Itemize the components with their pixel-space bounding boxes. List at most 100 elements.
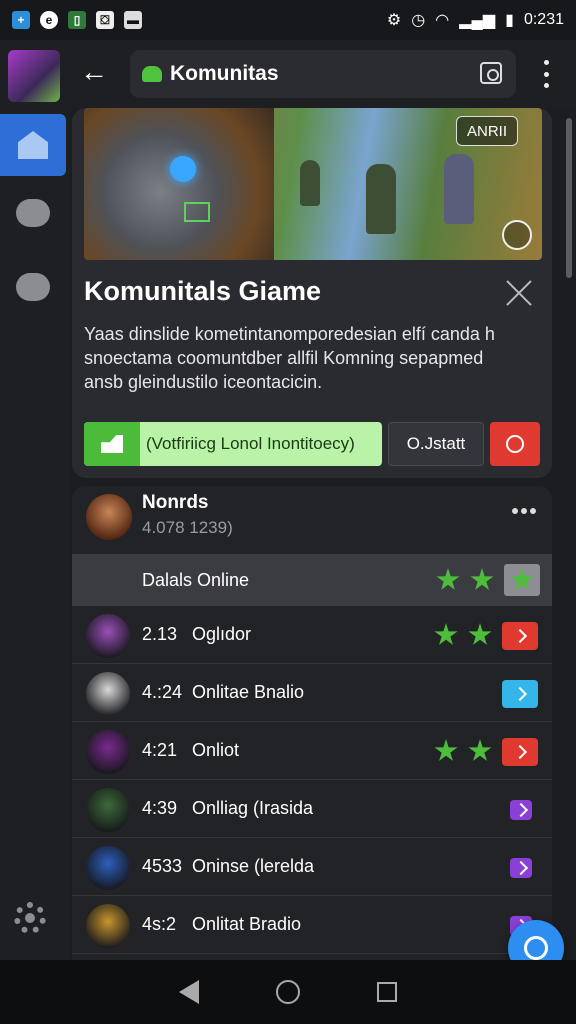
signal-icon: ▂▄▆ — [459, 12, 496, 29]
panel-count: 4.078 1239) — [142, 518, 233, 537]
report-icon — [506, 435, 524, 453]
avatar[interactable] — [86, 614, 130, 658]
list-item[interactable]: 2.13 Oglıdor — [72, 606, 552, 664]
rail-item-home[interactable] — [0, 114, 66, 176]
chat-bubble-icon — [16, 199, 50, 227]
card-description: Yaas dinslide kometintanomporedesian elf… — [84, 324, 495, 392]
main-content: ANRII Komunitals Giame Yaas dinslide kom… — [70, 108, 558, 960]
settings-status-icon: ⚙ — [386, 12, 402, 29]
row-time: 4:39 — [142, 798, 178, 818]
panel-header: Nonrds 4.078 1239) — [72, 486, 552, 554]
home-icon — [18, 131, 48, 159]
favorite-button[interactable] — [504, 564, 540, 596]
game-banner-image: ANRII — [84, 108, 542, 260]
alarm-icon: ◷ — [411, 12, 426, 29]
star-icon — [434, 623, 458, 645]
infinity-chat-icon — [16, 273, 50, 301]
primary-action-label: (Votfiriicg Lonol Inontitoecy) — [146, 434, 355, 453]
row-name: Oninse (lerelda — [192, 856, 315, 876]
more-horizontal-icon[interactable] — [512, 508, 536, 514]
row-name: Oglıdor — [192, 624, 252, 644]
banner-tag: ANRII — [456, 116, 519, 146]
edit-icon — [512, 686, 528, 702]
row-stars — [434, 623, 492, 647]
edit-icon — [513, 802, 529, 818]
settings-gear-icon[interactable] — [14, 902, 46, 934]
secondary-action-button[interactable]: O.Jstatt — [388, 422, 484, 466]
members-panel: Nonrds 4.078 1239) Dalals Online 2.13 Ogl… — [72, 486, 552, 960]
avatar[interactable] — [86, 672, 130, 716]
online-section-header[interactable]: Dalals Online — [72, 554, 552, 606]
row-time: 4533 — [142, 856, 183, 876]
list-item[interactable]: 4533 Oninse (lerelda — [72, 838, 552, 896]
star-icon — [436, 568, 460, 590]
secondary-action-label: O.Jstatt — [406, 434, 466, 453]
leaf-icon — [142, 66, 162, 82]
scrollbar[interactable] — [566, 118, 572, 278]
row-name: Onlliag (Irasida — [192, 798, 314, 818]
report-button[interactable] — [490, 422, 540, 466]
primary-action-button[interactable]: (Votfiriicg Lonol Inontitoecy) — [84, 422, 382, 466]
row-stars — [434, 739, 492, 763]
robot-character — [84, 108, 274, 260]
clock: 0:231 — [523, 11, 564, 28]
avatar[interactable] — [86, 494, 132, 540]
side-rail — [0, 108, 70, 960]
row-name: Onlitat Bradio — [192, 914, 302, 934]
list-item[interactable]: 4:39 Onlliag (Irasida — [72, 780, 552, 838]
back-arrow-icon[interactable]: ← — [80, 58, 108, 86]
nav-back-icon[interactable] — [178, 980, 199, 1004]
banner-action-icon[interactable] — [502, 220, 532, 250]
row-time: 4:21 — [142, 740, 178, 760]
list-item[interactable]: 4.:24 Onlitae Bnalio — [72, 664, 552, 722]
close-icon[interactable] — [504, 278, 534, 308]
row-action-button[interactable] — [502, 622, 538, 650]
avatar[interactable] — [86, 904, 130, 948]
row-name: Onliot — [192, 740, 240, 760]
status-bar: + e ▯ ⛋ ▬ ⚙ ◷ ◠ ▂▄▆ ▮ 0:231 — [0, 0, 576, 40]
edit-icon — [512, 744, 528, 760]
row-action-button[interactable] — [502, 680, 538, 708]
page-title: Komunitas — [170, 62, 279, 85]
star-icon — [470, 568, 494, 590]
avatar[interactable] — [86, 846, 130, 890]
row-name: Onlitae Bnalio — [192, 682, 305, 702]
card-title: Komunitals Giame — [84, 276, 322, 306]
row-time: 2.13 — [142, 624, 178, 644]
avatar[interactable] — [86, 730, 130, 774]
list-item[interactable]: 4s:2 Onlitat Bradio — [72, 896, 552, 954]
cat-icon: ⛋ — [96, 11, 114, 29]
rail-item-chat[interactable] — [0, 182, 66, 244]
star-icon — [468, 739, 492, 761]
row-time: 4s:2 — [142, 914, 177, 934]
e-app-icon: e — [40, 11, 58, 29]
app-bar: ← Komunitas — [0, 40, 576, 108]
system-nav-bar — [0, 960, 576, 1024]
nav-recents-icon[interactable] — [377, 982, 398, 1002]
thumbs-up-icon — [84, 422, 140, 466]
rail-item-messages[interactable] — [0, 256, 66, 318]
panel-name: Nonrds — [142, 492, 209, 513]
title-box[interactable]: Komunitas — [130, 50, 516, 98]
star-icon — [468, 623, 492, 645]
more-options-icon[interactable] — [538, 60, 554, 88]
row-action-button[interactable] — [510, 858, 532, 878]
shopping-bag-icon[interactable] — [480, 62, 502, 84]
banner-tag-text: ANRII — [467, 122, 508, 140]
row-action-button[interactable] — [510, 800, 532, 820]
edit-icon — [512, 628, 528, 644]
message-icon: ▬ — [124, 11, 142, 29]
avatar[interactable] — [86, 788, 130, 832]
row-action-button[interactable] — [502, 738, 538, 766]
star-icon — [434, 739, 458, 761]
online-label: Dalals Online — [142, 569, 250, 590]
row-time: 4.:24 — [142, 682, 183, 702]
card-actions: (Votfiriicg Lonol Inontitoecy) O.Jstatt — [84, 422, 540, 466]
feature-card: ANRII Komunitals Giame Yaas dinslide kom… — [72, 108, 552, 478]
shield-icon: + — [12, 11, 30, 29]
nav-home-icon[interactable] — [275, 980, 300, 1004]
star-icon — [510, 568, 534, 590]
list-item[interactable]: 4:21 Onliot — [72, 722, 552, 780]
edit-icon — [513, 860, 529, 876]
app-thumbnail[interactable] — [8, 50, 60, 102]
